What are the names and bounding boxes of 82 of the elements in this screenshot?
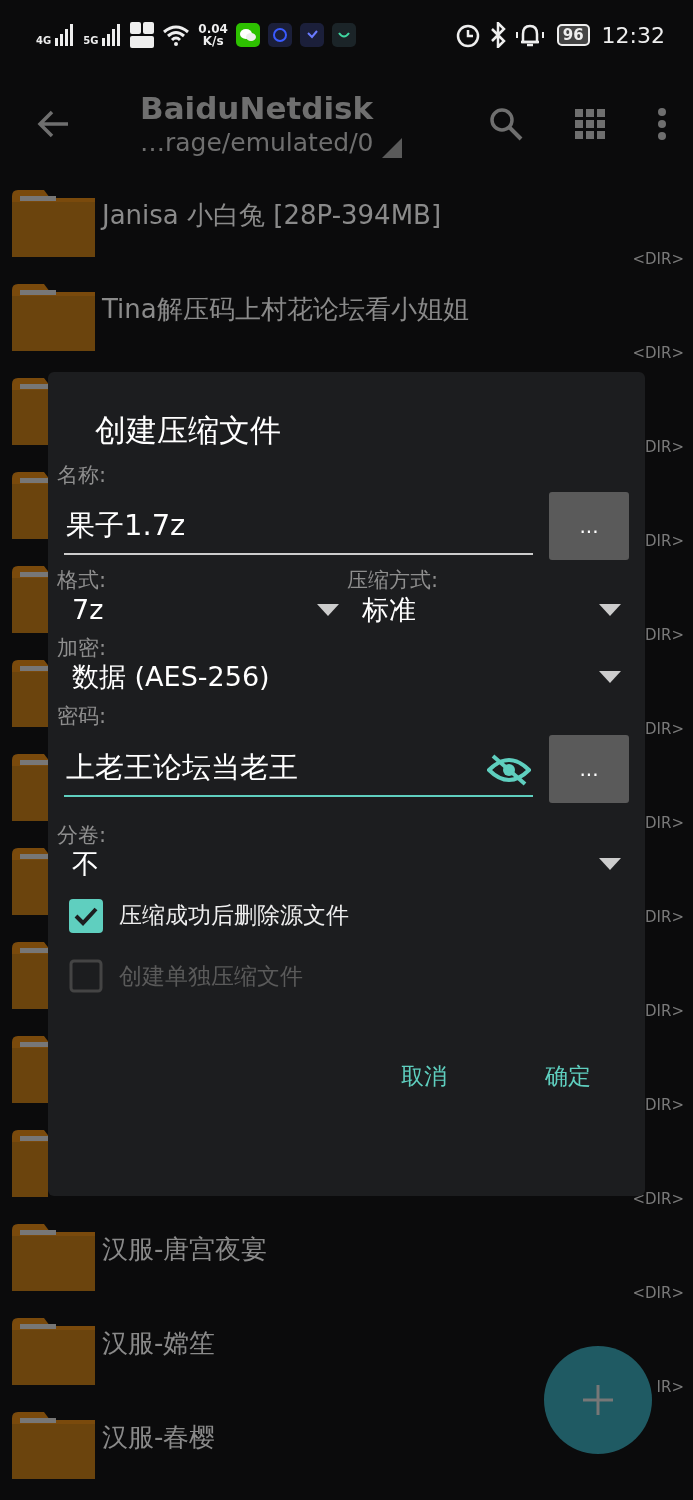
encryption-dropdown[interactable]: 数据 (AES-256) [57, 661, 270, 694]
folder-type-label: <DIR> [632, 1283, 684, 1304]
alarm-icon [454, 22, 481, 48]
folder-icon [12, 566, 48, 633]
name-field[interactable]: 果子1.7z [64, 497, 533, 556]
folder-icon [12, 1036, 48, 1103]
dropdown-caret-icon [599, 603, 621, 616]
folder-name[interactable]: Tina解压码上村花论坛看小姐姐 [102, 290, 469, 329]
folder-icon [12, 848, 48, 915]
folder-type-label: DIR> [645, 1095, 684, 1116]
folder-type-label: DIR> [645, 907, 684, 928]
search-icon[interactable] [489, 107, 523, 141]
dropdown-caret-icon [599, 858, 621, 871]
folder-name[interactable]: Janisa 小白兔 [28P-394MB] [102, 196, 442, 235]
folder-type-label: DIR> [645, 1001, 684, 1022]
dialog-button[interactable]: 确定 [533, 1051, 603, 1102]
method-dropdown[interactable]: 标准 [347, 593, 416, 626]
folder-icon [12, 1318, 95, 1385]
network-speed: 0.04 [198, 23, 228, 35]
hd-icon [130, 22, 155, 48]
folder-icon [12, 472, 48, 539]
folder-icon [12, 190, 95, 257]
folder-type-label: IR> [656, 1377, 684, 1398]
plus-icon [583, 1385, 613, 1415]
network-type-label: 5G [83, 36, 99, 46]
dropdown-caret-icon [599, 671, 621, 684]
field-label: 加密: [57, 635, 108, 662]
folder-icon [12, 660, 48, 727]
folder-icon [12, 284, 95, 351]
bluetooth-icon [488, 22, 507, 48]
field-label: 格式: [57, 568, 108, 594]
volume-dropdown[interactable]: 不 [57, 847, 99, 881]
browse-button[interactable]: ... [549, 734, 629, 803]
folder-icon [12, 754, 48, 821]
dialog-button[interactable]: 取消 [389, 1051, 459, 1102]
folder-icon [12, 1412, 95, 1479]
folder-icon [12, 378, 48, 445]
browse-button[interactable]: ... [549, 492, 629, 561]
app-icon [331, 23, 356, 47]
folder-type-label: DIR> [645, 813, 684, 834]
chat-app-icon [235, 23, 260, 47]
wifi-icon [162, 24, 191, 46]
folder-type-label: DIR> [645, 437, 684, 458]
bell-icon [514, 22, 545, 48]
folder-name[interactable]: 汉服-唐宫夜宴 [102, 1230, 268, 1269]
folder-type-label: DIR> [645, 719, 684, 740]
checkbox[interactable] [69, 898, 103, 933]
folder-type-label: <DIR> [632, 1189, 684, 1210]
field-label: 分卷: [57, 822, 108, 848]
folder-name[interactable]: 汉服-嫦笙 [102, 1324, 216, 1363]
signal-icon [55, 24, 76, 46]
folder-type-label: DIR> [645, 625, 684, 646]
folder-name[interactable]: 汉服-春樱 [102, 1418, 216, 1457]
dropdown-icon[interactable] [381, 137, 402, 158]
battery-indicator: 96 [556, 24, 590, 46]
folder-icon [12, 1224, 95, 1291]
folder-icon [12, 942, 48, 1009]
format-dropdown[interactable]: 7z [57, 593, 104, 626]
folder-type-label: <DIR> [632, 343, 684, 364]
field-label: 压缩方式: [347, 568, 440, 594]
folder-icon [12, 1130, 48, 1197]
clock: 12:32 [601, 21, 665, 50]
app-icon [267, 23, 292, 47]
grid-view-icon[interactable] [575, 109, 605, 139]
dialog-title: 创建压缩文件 [95, 412, 282, 450]
checkbox-label: 压缩成功后删除源文件 [119, 901, 349, 931]
checkbox-label: 创建单独压缩文件 [119, 961, 303, 991]
folder-type-label: DIR> [645, 531, 684, 552]
signal-icon [102, 24, 123, 46]
speed-unit: K/s [202, 35, 224, 47]
app-icon [299, 23, 324, 47]
back-icon[interactable] [36, 109, 70, 139]
path-label: …rage/emulated/0 [140, 127, 374, 158]
hide-password-icon[interactable] [487, 753, 531, 786]
more-options-icon[interactable] [657, 108, 667, 140]
field-label: 密码: [57, 703, 108, 729]
password-field[interactable]: 上老王论坛当老王 [64, 739, 533, 798]
folder-type-label: <DIR> [632, 249, 684, 270]
app-title: BaiduNetdisk [140, 90, 375, 128]
field-label: 名称: [57, 463, 108, 489]
dropdown-caret-icon [317, 603, 339, 616]
network-type-label: 4G [36, 36, 52, 46]
